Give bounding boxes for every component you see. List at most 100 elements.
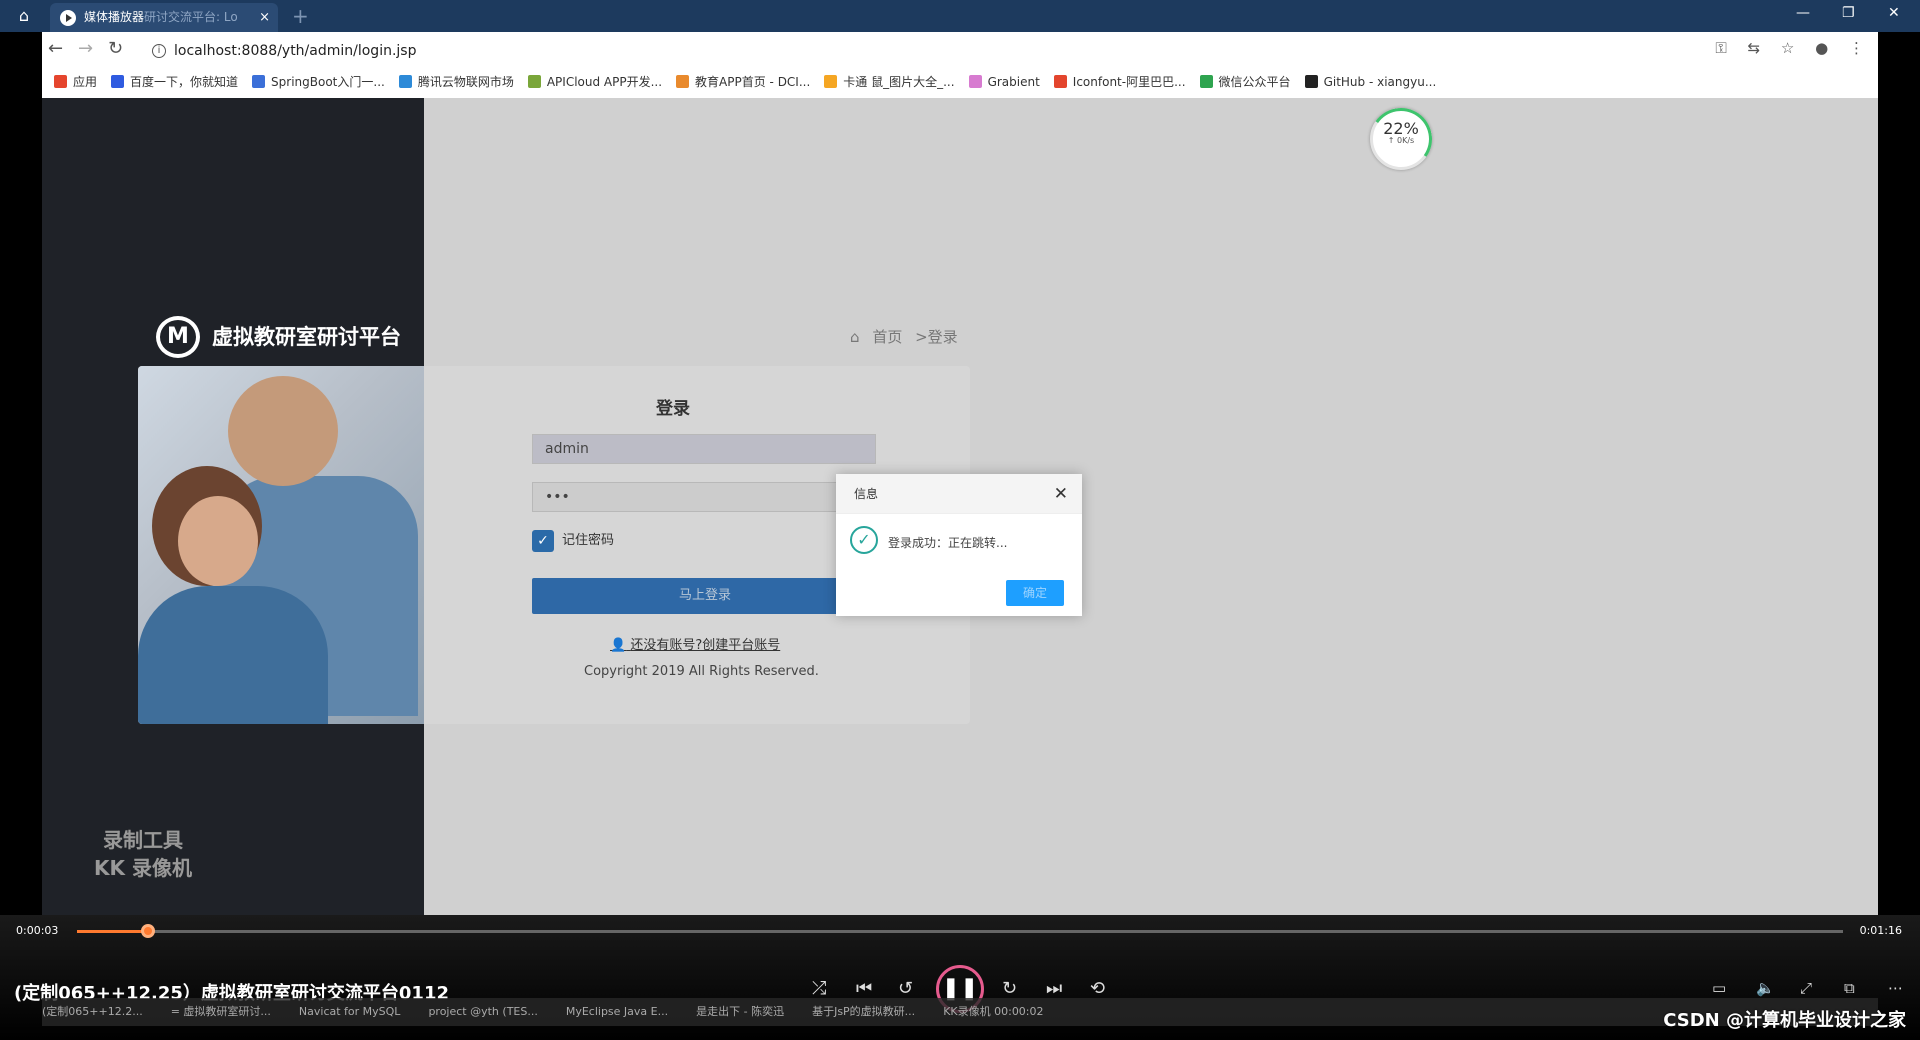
media-player-icon	[60, 10, 76, 26]
home-icon: ⌂	[850, 328, 860, 346]
register-link[interactable]: 👤 还没有账号?创建平台账号	[610, 634, 780, 653]
username-input[interactable]: admin	[532, 434, 876, 464]
bookmark-item[interactable]: 教育APP首页 - DCI...	[676, 70, 810, 94]
bookmark-item[interactable]: 应用	[54, 70, 97, 94]
bookmark-item[interactable]: 腾讯云物联网市场	[398, 70, 514, 94]
miniplayer-icon[interactable]: ⧉	[1844, 979, 1855, 997]
bookmark-icon	[1053, 75, 1067, 88]
taskbar-item[interactable]: Navicat for MySQL	[299, 998, 401, 1026]
tab-title: 媒体播放器	[84, 10, 145, 24]
bookmark-icon	[54, 75, 67, 88]
seek-knob[interactable]	[140, 924, 155, 938]
back-icon[interactable]: ←	[48, 38, 63, 59]
url-text: localhost:8088/yth/admin/login.jsp	[174, 43, 417, 59]
bookmark-icon	[968, 75, 982, 88]
shuffle-icon[interactable]: ⤮	[812, 978, 826, 999]
bookmark-item[interactable]: 卡通 鼠_图片大全_...	[824, 70, 955, 94]
repeat-off-icon[interactable]: ⟲	[1090, 978, 1105, 999]
maximize-button[interactable]: ❐	[1842, 5, 1855, 21]
key-icon[interactable]: ⚿	[1715, 39, 1726, 57]
subtitles-icon[interactable]: ▭	[1712, 979, 1726, 997]
bookmark-item[interactable]: SpringBoot入门一...	[252, 70, 385, 94]
bookmark-icon	[1304, 75, 1318, 88]
profile-icon[interactable]: ●	[1815, 39, 1828, 57]
address-bar[interactable]: i localhost:8088/yth/admin/login.jsp	[146, 38, 1836, 64]
previous-icon[interactable]: ⏮	[856, 978, 872, 999]
rewind-10-icon[interactable]: ↺	[898, 978, 913, 999]
network-speed-widget: 22% ↑ 0K/s	[1365, 103, 1437, 175]
more-options-icon[interactable]: ⋯	[1888, 979, 1903, 997]
logo-text: 虚拟教研室研讨平台	[212, 325, 401, 349]
taskbar-item[interactable]: (定制065++12.2...	[42, 998, 143, 1026]
password-input[interactable]: •••	[532, 482, 876, 512]
bookmark-icon	[824, 75, 838, 88]
translate-icon[interactable]: ⇆	[1748, 39, 1761, 57]
bookmark-label: 微信公众平台	[1218, 75, 1291, 89]
dialog-title: 信息	[836, 474, 1082, 514]
reload-icon[interactable]: ↻	[108, 38, 123, 59]
bookmark-item[interactable]: Grabient	[968, 70, 1040, 94]
bookmark-icon	[676, 75, 690, 88]
taskbar-item[interactable]: KK录像机 00:00:02	[943, 998, 1043, 1026]
close-icon[interactable]: ✕	[1054, 484, 1068, 504]
bookmark-label: 百度一下，你就知道	[130, 75, 239, 89]
screen: ⌂ 媒体播放器研讨交流平台: Lo × + — ❐ ✕ ← → ↻ i loca…	[0, 0, 1920, 1040]
taskbar-item[interactable]: 基于JsP的虚拟教研...	[812, 998, 915, 1026]
bookmark-icon	[252, 75, 266, 88]
watermark-line-1: 录制工具	[103, 828, 183, 852]
seek-bar-fill	[77, 930, 148, 933]
checkbox-checked-icon[interactable]: ✓	[532, 530, 554, 552]
time-total: 0:01:16	[1859, 924, 1902, 937]
csdn-watermark: CSDN @计算机毕业设计之家	[1663, 1010, 1906, 1031]
taskbar-item[interactable]: project @yth (TES...	[428, 998, 537, 1026]
forward-icon[interactable]: →	[78, 38, 93, 59]
menu-icon[interactable]: ⋮	[1849, 39, 1864, 57]
tab-close-icon[interactable]: ×	[259, 3, 270, 32]
remember-password[interactable]: ✓ 记住密码	[532, 530, 614, 552]
breadcrumb: ⌂ 首页 >登录	[850, 326, 966, 347]
photo-woman-face	[178, 496, 258, 586]
next-icon[interactable]: ⏭	[1046, 978, 1062, 999]
web-page: 22% ↑ 0K/s M 虚拟教研室研讨平台 ⌂ 首页 >登录 登录 admin…	[42, 98, 1878, 915]
remember-label: 记住密码	[562, 533, 615, 548]
bookmark-item[interactable]: 微信公众平台	[1199, 70, 1291, 94]
forward-30-icon[interactable]: ↻	[1002, 978, 1017, 999]
home-icon[interactable]: ⌂	[14, 6, 34, 26]
breadcrumb-current: >登录	[915, 328, 958, 346]
tab-subtitle: 研讨交流平台: Lo	[144, 10, 238, 24]
copyright: Copyright 2019 All Rights Reserved.	[584, 664, 819, 679]
time-current: 0:00:03	[16, 924, 59, 937]
browser-chrome: ← → ↻ i localhost:8088/yth/admin/login.j…	[42, 32, 1878, 98]
dialog-message: 登录成功：正在跳转...	[888, 536, 1008, 550]
close-window-button[interactable]: ✕	[1888, 5, 1900, 21]
bookmark-label: 卡通 鼠_图片大全_...	[843, 75, 955, 89]
user-plus-icon: 👤	[610, 638, 627, 653]
login-photo	[138, 366, 424, 724]
bookmark-item[interactable]: APICloud APP开发...	[527, 70, 663, 94]
seek-bar[interactable]	[77, 924, 1843, 938]
bookmark-label: SpringBoot入门一...	[271, 75, 385, 89]
bookmark-label: APICloud APP开发...	[546, 75, 663, 89]
dialog-ok-button[interactable]: 确定	[1006, 580, 1064, 606]
taskbar-item[interactable]: MyEclipse Java E...	[566, 998, 668, 1026]
new-tab-button[interactable]: +	[292, 4, 309, 28]
taskbar-item[interactable]: 是走出下 - 陈奕迅	[696, 998, 784, 1026]
fullscreen-icon[interactable]: ⤢	[1800, 979, 1812, 997]
bookmark-item[interactable]: GitHub - xiangyu...	[1304, 70, 1437, 94]
taskbar-item[interactable]: = 虚拟教研室研讨...	[171, 998, 271, 1026]
windows-taskbar: (定制065++12.2... = 虚拟教研室研讨... Navicat for M…	[42, 998, 1878, 1026]
browser-tab[interactable]: 媒体播放器研讨交流平台: Lo ×	[50, 3, 278, 32]
bookmark-icon	[1199, 75, 1213, 88]
login-button[interactable]: 马上登录	[532, 578, 878, 614]
bookmark-label: Grabient	[987, 75, 1040, 89]
breadcrumb-home[interactable]: 首页	[872, 328, 902, 346]
minimize-button[interactable]: —	[1796, 5, 1810, 21]
bookmark-label: 应用	[73, 75, 98, 89]
bookmark-label: GitHub - xiangyu...	[1323, 75, 1437, 89]
info-icon[interactable]: i	[152, 44, 166, 58]
volume-icon[interactable]: 🔈	[1756, 979, 1775, 997]
bookmark-item[interactable]: 百度一下，你就知道	[111, 70, 238, 94]
success-check-icon: ✓	[850, 526, 878, 554]
star-icon[interactable]: ☆	[1781, 39, 1794, 57]
bookmark-item[interactable]: Iconfont-阿里巴巴...	[1053, 70, 1186, 94]
